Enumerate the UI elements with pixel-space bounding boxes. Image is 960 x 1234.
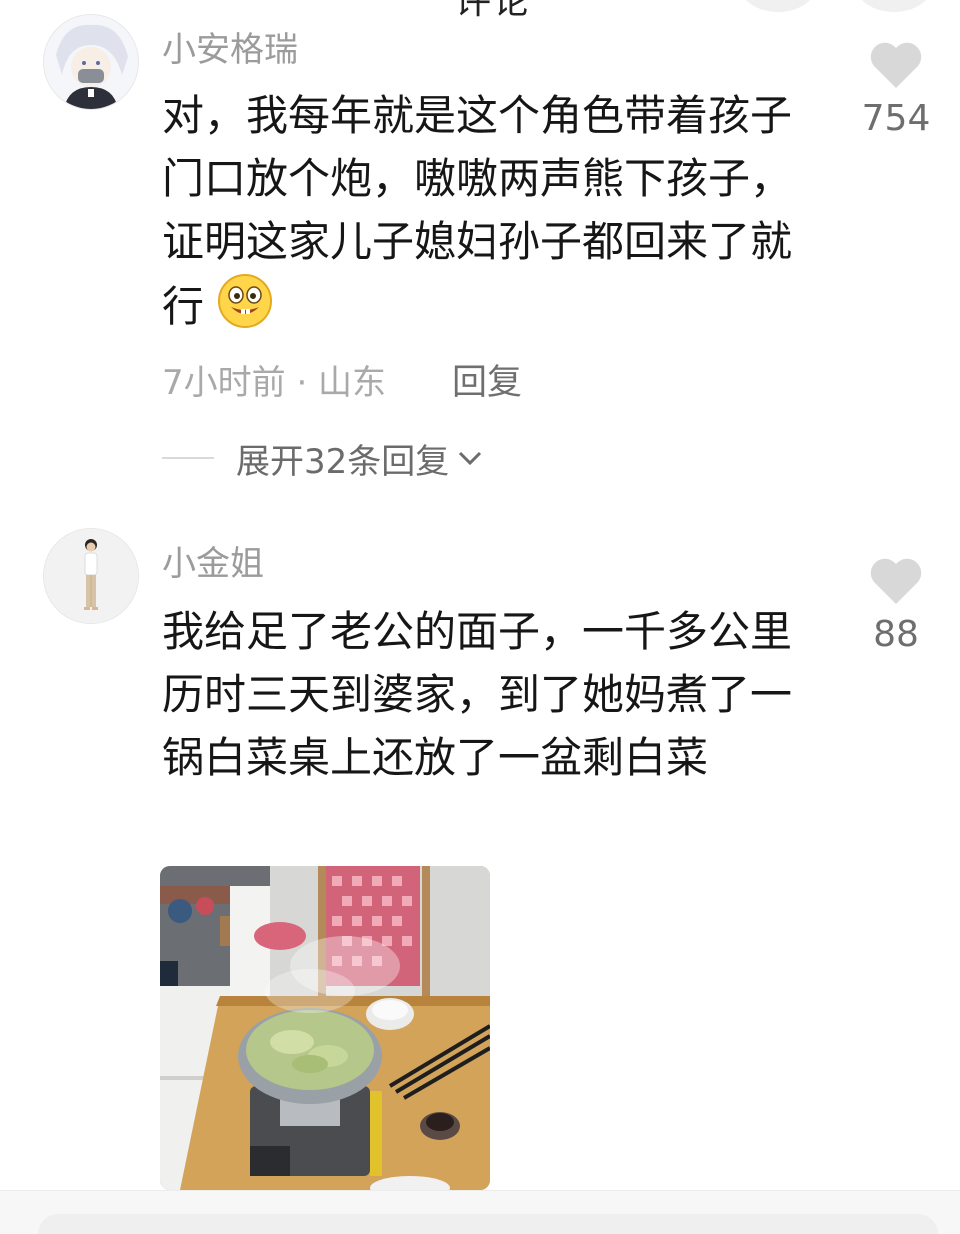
photo-pot-of-cabbage	[160, 866, 490, 1190]
top-cut-off-header: 评论	[455, 0, 532, 22]
like-button[interactable]: 754	[860, 40, 932, 139]
comment-username[interactable]: 小安格瑞	[162, 22, 298, 71]
comment-body: 我给足了老公的面子，一千多公里历时三天到婆家，到了她妈煮了一锅白菜桌上还放了一盆…	[162, 600, 802, 789]
comment-text: 我给足了老公的面子，一千多公里历时三天到婆家，到了她妈煮了一锅白菜桌上还放了一盆…	[162, 607, 793, 782]
avatar-image	[44, 15, 138, 109]
heart-icon	[870, 42, 922, 88]
like-count: 754	[861, 98, 931, 139]
comment-meta: 7小时前 · 山东	[162, 363, 387, 403]
comment-input[interactable]	[38, 1214, 938, 1234]
top-round-button-partial[interactable]	[856, 0, 932, 12]
comment-username[interactable]: 小金姐	[162, 536, 264, 585]
like-count: 88	[873, 614, 919, 655]
expand-replies-label: 展开32条回复	[236, 441, 450, 482]
expand-replies-button[interactable]: 展开32条回复	[162, 438, 483, 482]
avatar-image	[44, 529, 138, 623]
avatar[interactable]	[43, 14, 139, 110]
like-button[interactable]: 88	[860, 556, 932, 655]
avatar[interactable]	[43, 528, 139, 624]
comment-photo[interactable]	[160, 866, 490, 1190]
chevron-down-icon	[459, 451, 482, 466]
divider-line	[162, 457, 214, 459]
reply-button[interactable]: 回复	[452, 354, 522, 405]
comment-body: 对，我每年就是这个角色带着孩子门口放个炮，嗷嗷两声熊下孩子，证明这家儿子媳妇孙子…	[162, 84, 802, 338]
grinning-face-emoji-icon	[218, 274, 273, 328]
top-round-button-partial[interactable]	[740, 0, 816, 12]
comment-screen: 评论 小安格瑞 对，我每年就是这个角色带着孩子门口放个炮，嗷嗷两声熊下孩子，证明…	[0, 0, 960, 1234]
heart-icon	[870, 558, 922, 604]
